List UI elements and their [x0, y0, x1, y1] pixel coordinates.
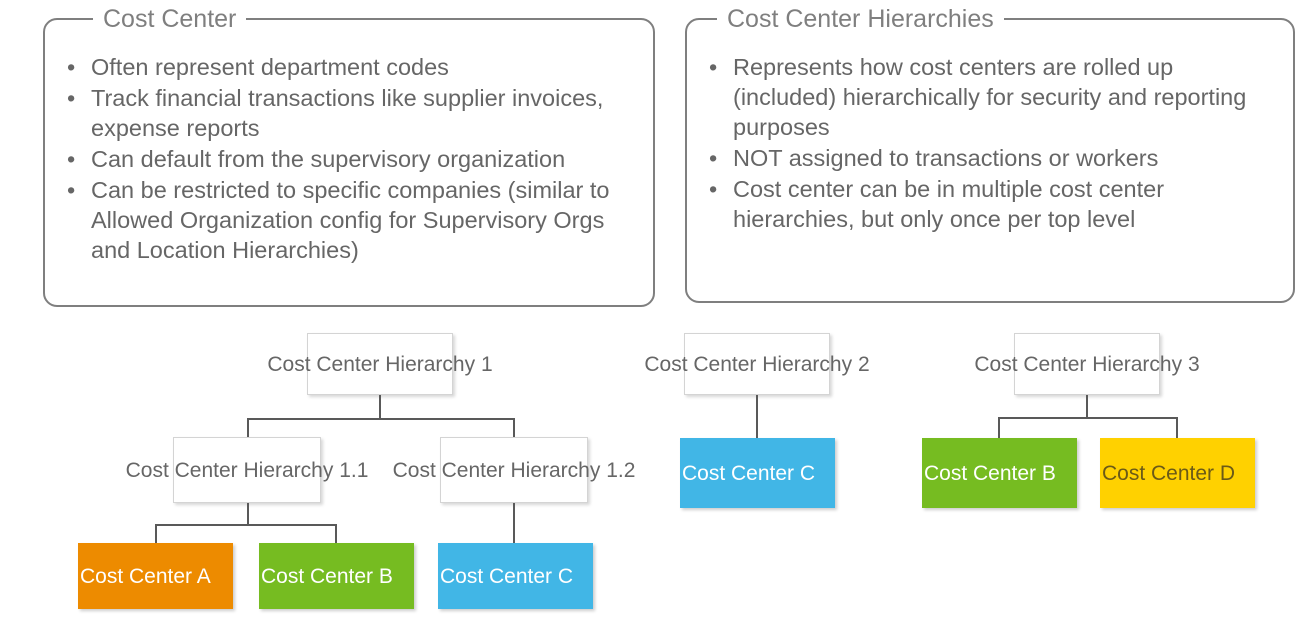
node-label: Cost Center Hierarchy 1 — [267, 352, 493, 376]
cost-center-hierarchies-panel-body: • Represents how cost centers are rolled… — [687, 20, 1293, 235]
connector-h11-bus — [155, 524, 337, 526]
list-item-label: Often represent department codes — [91, 54, 449, 80]
bullet-icon: • — [709, 54, 718, 80]
connector-h3-to-leaf-d — [1176, 417, 1178, 439]
node-label: Cost Center D — [1102, 461, 1236, 485]
bullet-icon: • — [709, 145, 718, 171]
node-label: Cost Center Hierarchy 1.2 — [392, 458, 636, 482]
connector-h11-to-leaf-b — [335, 524, 337, 544]
connector-h12-to-leaf-c — [513, 503, 515, 544]
node-cost-center-hierarchy-1-1[interactable]: Cost Center Hierarchy 1.1 — [126, 437, 368, 503]
cost-center-hierarchies-bullet-list: • Represents how cost centers are rolled… — [699, 52, 1279, 234]
list-item: • NOT assigned to transactions or worker… — [699, 143, 1279, 173]
list-item: • Cost center can be in multiple cost ce… — [699, 174, 1279, 234]
node-label: Cost Center B — [924, 461, 1056, 485]
cost-center-panel-body: • Often represent department codes • Tra… — [45, 20, 653, 266]
node-cost-center-hierarchy-1[interactable]: Cost Center Hierarchy 1 — [267, 333, 493, 395]
node-cost-center-hierarchy-1-2[interactable]: Cost Center Hierarchy 1.2 — [393, 437, 635, 503]
node-cost-center-c-h2[interactable]: Cost Center C — [680, 438, 835, 508]
node-label: Cost Center A — [80, 564, 211, 588]
list-item-label: Track financial transactions like suppli… — [91, 85, 604, 141]
bullet-icon: • — [67, 85, 76, 111]
node-label: Cost Center Hierarchy 2 — [644, 352, 870, 376]
cost-center-hierarchies-panel: Cost Center Hierarchies • Represents how… — [685, 3, 1295, 303]
connector-h1-root-stem — [379, 395, 381, 419]
node-cost-center-a[interactable]: Cost Center A — [78, 543, 233, 609]
list-item: • Can default from the supervisory organ… — [57, 144, 637, 174]
connector-h2-to-leaf-c — [756, 395, 758, 439]
cost-center-panel: Cost Center • Often represent department… — [43, 3, 655, 307]
bullet-icon: • — [67, 177, 76, 203]
cost-center-bullet-list: • Often represent department codes • Tra… — [57, 52, 637, 265]
list-item-label: NOT assigned to transactions or workers — [733, 145, 1159, 171]
connector-h11-stem — [247, 503, 249, 525]
node-cost-center-hierarchy-2[interactable]: Cost Center Hierarchy 2 — [644, 333, 870, 395]
node-cost-center-hierarchy-3[interactable]: Cost Center Hierarchy 3 — [974, 333, 1200, 395]
node-cost-center-b-h3[interactable]: Cost Center B — [922, 438, 1077, 508]
node-cost-center-b-h1[interactable]: Cost Center B — [259, 543, 414, 609]
node-label: Cost Center C — [440, 564, 574, 588]
node-label: Cost Center Hierarchy 1.1 — [125, 458, 369, 482]
connector-h1-bus — [247, 418, 515, 420]
list-item: • Track financial transactions like supp… — [57, 83, 637, 143]
list-item-label: Can be restricted to specific companies … — [91, 177, 610, 263]
node-label: Cost Center Hierarchy 3 — [974, 352, 1200, 376]
list-item-label: Represents how cost centers are rolled u… — [733, 54, 1247, 140]
connector-h3-bus — [998, 417, 1178, 419]
connector-h3-to-leaf-b — [998, 417, 1000, 439]
connector-h3-stem — [1086, 395, 1088, 418]
bullet-icon: • — [67, 146, 76, 172]
bullet-icon: • — [709, 176, 718, 202]
node-cost-center-c-h1[interactable]: Cost Center C — [438, 543, 593, 609]
list-item-label: Cost center can be in multiple cost cent… — [733, 176, 1165, 232]
node-label: Cost Center B — [261, 564, 393, 588]
list-item-label: Can default from the supervisory organiz… — [91, 146, 566, 172]
list-item: • Can be restricted to specific companie… — [57, 175, 637, 265]
connector-h11-to-leaf-a — [155, 524, 157, 544]
list-item: • Represents how cost centers are rolled… — [699, 52, 1279, 142]
node-cost-center-d[interactable]: Cost Center D — [1100, 438, 1255, 508]
connector-h1-to-branch-b — [513, 418, 515, 438]
connector-h1-to-branch-a — [247, 418, 249, 438]
list-item: • Often represent department codes — [57, 52, 637, 82]
bullet-icon: • — [67, 54, 76, 80]
node-label: Cost Center C — [682, 461, 816, 485]
